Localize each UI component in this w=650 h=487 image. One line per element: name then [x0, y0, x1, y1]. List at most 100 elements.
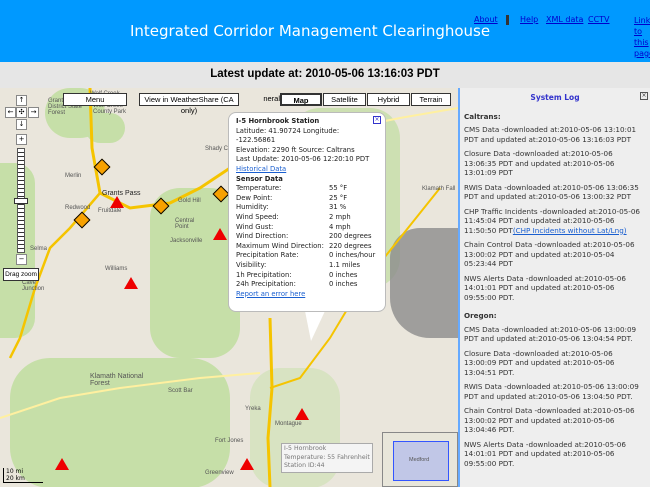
site-title: Integrated Corridor Management Clearingh…	[130, 22, 490, 40]
system-log-title: System Log	[464, 93, 646, 103]
log-text: Chain Control Data -downloaded at:2010-0…	[464, 240, 635, 268]
drag-zoom-button[interactable]: Drag zoom	[3, 268, 39, 281]
log-entry: Chain Control Data -downloaded at:2010-0…	[464, 406, 646, 435]
station-coords: Latitude: 41.90724 Longitude: -122.56861	[236, 127, 378, 146]
log-text: RWIS Data -downloaded at:2010-05-06 13:0…	[464, 382, 639, 401]
general-button[interactable]: neral	[240, 93, 280, 106]
cctv-link[interactable]: CCTV	[588, 15, 610, 24]
log-text: Closure Data -downloaded at:2010-05-06 1…	[464, 349, 615, 377]
map-type-terrain[interactable]: Terrain	[411, 93, 451, 106]
map-scale: 10 mi 20 km	[3, 468, 43, 483]
sensor-value: 1.1 miles	[329, 261, 360, 271]
sensor-row: Temperature:55 °F	[236, 184, 378, 194]
pan-up-icon[interactable]: ↑	[16, 95, 27, 106]
sensor-row: Visibility:1.1 miles	[236, 261, 378, 271]
incident-warning-icon[interactable]	[213, 228, 227, 240]
tooltip-line: I-5 Hornbrook	[284, 445, 370, 454]
zoom-out-icon[interactable]: −	[16, 254, 27, 265]
pan-down-icon[interactable]: ↓	[16, 119, 27, 130]
incident-warning-icon[interactable]	[240, 458, 254, 470]
sensor-label: Wind Speed:	[236, 213, 329, 223]
zoom-slider-handle[interactable]	[14, 198, 28, 204]
sensor-value: 200 degrees	[329, 232, 372, 242]
pan-center-icon[interactable]: ✣	[16, 107, 27, 118]
report-error-link[interactable]: Report an error here	[236, 290, 305, 298]
map-label: Cave Junction	[22, 280, 44, 292]
map-label: Selma	[30, 246, 47, 252]
incident-warning-icon[interactable]	[55, 458, 69, 470]
chp-incidents-link[interactable]: (CHP Incidents without Lat/Lng)	[513, 226, 627, 235]
weathershare-button[interactable]: View in WeatherShare (CA only)	[139, 93, 239, 106]
log-entry: Chain Control Data -downloaded at:2010-0…	[464, 240, 646, 269]
xml-data-link[interactable]: XML data	[546, 15, 583, 24]
log-entry: CMS Data -downloaded at:2010-05-06 13:00…	[464, 325, 646, 344]
sensor-row: Maximum Wind Direction:220 degrees	[236, 242, 378, 252]
map-label: Medford	[409, 457, 429, 463]
log-text: CMS Data -downloaded at:2010-05-06 13:00…	[464, 325, 636, 344]
sensor-value: 0 inches/hour	[329, 251, 375, 261]
map-label: Gold Hill	[178, 198, 201, 204]
log-entry: Closure Data -downloaded at:2010-05-06 1…	[464, 149, 646, 178]
about-link[interactable]: About	[474, 15, 498, 24]
log-entry: CHP Traffic Incidents -downloaded at:201…	[464, 207, 646, 236]
map-label: Williams	[105, 266, 127, 272]
sensor-row: Wind Gust:4 mph	[236, 223, 378, 233]
sensor-value: 25 °F	[329, 194, 347, 204]
log-entry: CMS Data -downloaded at:2010-05-06 13:10…	[464, 125, 646, 144]
sensor-label: Humidity:	[236, 203, 329, 213]
log-entry: NWS Alerts Data -downloaded at:2010-05-0…	[464, 274, 646, 303]
link-to-this-page[interactable]: Link to this page	[634, 15, 650, 59]
sensor-value: 220 degrees	[329, 242, 372, 252]
incident-warning-icon[interactable]	[295, 408, 309, 420]
map-label: Fort Jones	[215, 438, 243, 444]
zoom-in-icon[interactable]: +	[16, 134, 27, 145]
log-text: NWS Alerts Data -downloaded at:2010-05-0…	[464, 440, 626, 468]
sensor-row: Humidity:31 %	[236, 203, 378, 213]
map-label: Greenview	[205, 470, 234, 476]
station-tooltip: I-5 Hornbrook Temperature: 55 Fahrenheit…	[281, 443, 373, 473]
separator	[506, 15, 509, 25]
menu-button[interactable]: Menu	[63, 93, 127, 106]
log-entry: RWIS Data -downloaded at:2010-05-06 13:0…	[464, 183, 646, 202]
header: Integrated Corridor Management Clearingh…	[0, 0, 650, 62]
latest-update: Latest update at: 2010-05-06 13:16:03 PD…	[0, 68, 650, 80]
log-entry: RWIS Data -downloaded at:2010-05-06 13:0…	[464, 382, 646, 401]
overview-map[interactable]: Medford	[382, 432, 458, 487]
station-title: I-5 Hornbrook Station	[236, 117, 378, 127]
oregon-heading: Oregon:	[464, 311, 646, 321]
sensor-label: Wind Direction:	[236, 232, 329, 242]
pan-right-icon[interactable]: →	[28, 107, 39, 118]
map-label: Merlin	[65, 173, 81, 179]
sensor-data-heading: Sensor Data	[236, 175, 378, 185]
sensor-label: 1h Precipitation:	[236, 271, 329, 281]
map-type-satellite[interactable]: Satellite	[323, 93, 366, 106]
sensor-value: 0 inches	[329, 271, 357, 281]
map-label: Scott Bar	[168, 388, 193, 394]
map-type-map[interactable]: Map	[280, 93, 322, 106]
sensor-label: Visibility:	[236, 261, 329, 271]
caltrans-heading: Caltrans:	[464, 112, 646, 122]
log-text: Chain Control Data -downloaded at:2010-0…	[464, 406, 635, 434]
sensor-value: 31 %	[329, 203, 346, 213]
pan-left-icon[interactable]: ←	[5, 107, 16, 118]
map-label: Fruitdale	[98, 208, 121, 214]
log-entry: NWS Alerts Data -downloaded at:2010-05-0…	[464, 440, 646, 469]
log-text: Closure Data -downloaded at:2010-05-06 1…	[464, 149, 615, 177]
help-link[interactable]: Help	[520, 15, 538, 24]
map-label: Jacksonville	[170, 238, 202, 244]
map-label: Central Point	[175, 218, 205, 230]
incident-warning-icon[interactable]	[110, 196, 124, 208]
tooltip-line: Station ID:44	[284, 462, 370, 471]
historical-data-link[interactable]: Historical Data	[236, 165, 286, 173]
sensor-value: 0 inches	[329, 280, 357, 290]
sensor-label: Dew Point:	[236, 194, 329, 204]
incident-warning-icon[interactable]	[124, 277, 138, 289]
station-last-update: Last Update: 2010-05-06 12:20:10 PDT	[236, 155, 378, 165]
sensor-value: 4 mph	[329, 223, 351, 233]
close-icon[interactable]: ×	[640, 92, 648, 100]
map-type-hybrid[interactable]: Hybrid	[367, 93, 410, 106]
close-icon[interactable]: ×	[373, 116, 381, 124]
sensor-value: 2 mph	[329, 213, 351, 223]
sensor-label: Wind Gust:	[236, 223, 329, 233]
sensor-label: 24h Precipitation:	[236, 280, 329, 290]
